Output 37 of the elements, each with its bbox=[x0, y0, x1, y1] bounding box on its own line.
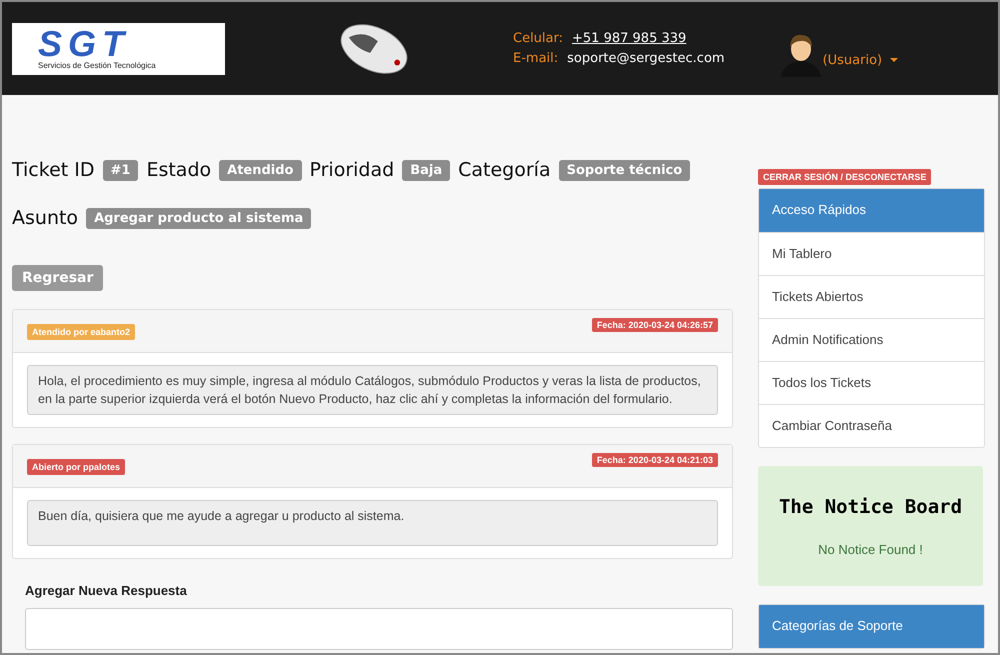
panel-title: Acceso Rápidos bbox=[759, 189, 984, 232]
author-label: Atendido por eabanto2 bbox=[27, 324, 136, 340]
menu-item[interactable]: Mi Tablero bbox=[759, 232, 984, 275]
notice-title: The Notice Board bbox=[778, 496, 962, 518]
menu-item[interactable]: Tickets Abiertos bbox=[759, 275, 984, 318]
date-label: Fecha: 2020-03-24 04:21:03 bbox=[592, 453, 718, 467]
field-label: Estado bbox=[146, 159, 212, 181]
field-label: Asunto bbox=[12, 207, 78, 229]
logout-button[interactable]: CERRAR SESIÓN / DESCONECTARSE bbox=[758, 169, 932, 185]
contact-label: Celular: bbox=[513, 31, 564, 46]
menu-item[interactable]: Admin Notifications bbox=[759, 318, 984, 361]
menu-item[interactable]: Todos los Tickets bbox=[759, 361, 984, 404]
field-value: Agregar producto al sistema bbox=[86, 208, 312, 228]
field-label: Prioridad bbox=[310, 159, 394, 181]
field-value: Baja bbox=[402, 160, 450, 180]
message-text: Buen día, quisiera que me ayude a agregar u producto al sistema. bbox=[27, 500, 718, 546]
panel-title: Categorías de Soporte bbox=[759, 605, 984, 648]
message-text: Hola, el procedimiento es muy simple, ingresa al módulo Catálogos, submódulo Productos y veras la lista de productos, en la parte superior izquierda verá el botón Nuevo Producto, haz clic ahí y completas la información del formulario. bbox=[27, 365, 718, 415]
author-label: Abierto por ppalotes bbox=[27, 459, 126, 475]
reply-label: Agregar Nueva Respuesta bbox=[25, 583, 188, 598]
field-value: Soporte técnico bbox=[558, 160, 690, 180]
field-value: #1 bbox=[102, 160, 138, 180]
logo-mark: SGT bbox=[38, 27, 130, 61]
contact-link[interactable]: +51 987 985 339 bbox=[572, 31, 686, 46]
contact-link[interactable]: soporte@sergestec.com bbox=[567, 51, 725, 66]
contact-label: E-mail: bbox=[513, 51, 558, 66]
field-label: Categoría bbox=[458, 159, 551, 181]
field-label: Ticket ID bbox=[12, 159, 94, 181]
logo-card[interactable]: SGT Servicios de Gestión Tecnológica bbox=[12, 22, 225, 74]
user-menu[interactable]: (Usuario) bbox=[822, 53, 898, 68]
notice-message: No Notice Found ! bbox=[818, 542, 923, 556]
logo-subtitle: Servicios de Gestión Tecnológica bbox=[38, 61, 156, 70]
caret-icon bbox=[890, 58, 898, 62]
menu-item[interactable]: Cambiar Contraseña bbox=[759, 404, 984, 447]
field-value: Atendido bbox=[219, 160, 302, 180]
reply-field[interactable] bbox=[25, 608, 733, 650]
date-label: Fecha: 2020-03-24 04:26:57 bbox=[592, 318, 718, 332]
